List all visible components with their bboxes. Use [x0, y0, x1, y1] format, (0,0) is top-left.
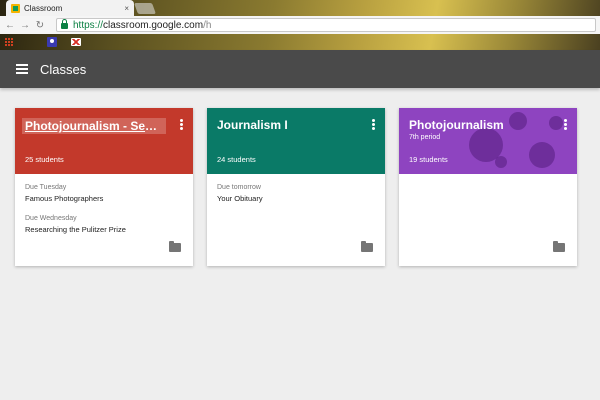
class-title[interactable]: Photojournalism - Secon...	[22, 118, 166, 134]
address-bar[interactable]: https:// classroom.google.com /h	[56, 18, 596, 32]
gmail-bookmark-icon[interactable]	[71, 38, 81, 46]
class-card-header[interactable]: Journalism I 24 students	[207, 108, 385, 174]
bookmarks-bar	[0, 34, 600, 50]
class-card-body: Due Tuesday Famous Photographers Due Wed…	[15, 174, 193, 234]
url-host: classroom.google.com	[103, 19, 204, 31]
app-bar: Classes	[0, 50, 600, 88]
assignment-link[interactable]: Your Obituary	[217, 194, 375, 203]
assignment-link[interactable]: Famous Photographers	[25, 194, 183, 203]
hamburger-menu-icon[interactable]	[16, 64, 28, 74]
class-card-photojournalism[interactable]: Photojournalism 7th period 19 students	[399, 108, 577, 266]
header-pattern	[529, 142, 555, 168]
contacts-bookmark-icon[interactable]	[47, 37, 57, 47]
browser-chrome: Classroom × ← → ↻ https:// classroom.goo…	[0, 0, 600, 50]
student-count: 25 students	[25, 155, 64, 164]
forward-arrow-icon[interactable]: →	[19, 20, 31, 31]
classroom-favicon-icon	[11, 3, 20, 13]
class-section: 7th period	[409, 134, 441, 141]
reload-icon[interactable]: ↻	[34, 20, 46, 31]
more-vert-icon[interactable]	[564, 119, 567, 130]
class-title[interactable]: Journalism I	[217, 118, 361, 132]
tab-close-icon[interactable]: ×	[124, 4, 129, 13]
assignment-link[interactable]: Researching the Pulitzer Prize	[25, 225, 183, 234]
folder-icon[interactable]	[169, 241, 181, 252]
more-vert-icon[interactable]	[372, 119, 375, 130]
url-scheme: https://	[73, 19, 104, 31]
lock-icon	[61, 19, 68, 29]
class-card-body	[399, 174, 577, 184]
class-card-body: Due tomorrow Your Obituary	[207, 174, 385, 203]
back-arrow-icon[interactable]: ←	[4, 20, 16, 31]
class-card-header[interactable]: Photojournalism 7th period 19 students	[399, 108, 577, 174]
browser-toolbar: ← → ↻ https:// classroom.google.com /h	[0, 16, 600, 34]
class-title[interactable]: Photojournalism	[409, 118, 553, 132]
class-card-header[interactable]: Photojournalism - Secon... 25 students	[15, 108, 193, 174]
more-vert-icon[interactable]	[180, 119, 183, 130]
student-count: 19 students	[409, 155, 448, 164]
tab-title: Classroom	[24, 3, 63, 13]
folder-icon[interactable]	[361, 241, 373, 252]
class-card-photojournalism-second[interactable]: Photojournalism - Secon... 25 students D…	[15, 108, 193, 266]
folder-icon[interactable]	[553, 241, 565, 252]
due-label: Due Wednesday	[25, 215, 77, 222]
apps-grid-icon[interactable]	[4, 38, 13, 47]
browser-tab[interactable]: Classroom ×	[6, 0, 134, 16]
new-tab-button[interactable]	[133, 3, 157, 14]
header-pattern	[495, 156, 507, 168]
due-label: Due Tuesday	[25, 184, 67, 191]
page-title: Classes	[40, 61, 87, 77]
url-path: /h	[203, 19, 212, 31]
due-label: Due tomorrow	[217, 184, 261, 191]
student-count: 24 students	[217, 155, 256, 164]
class-card-journalism-i[interactable]: Journalism I 24 students Due tomorrow Yo…	[207, 108, 385, 266]
